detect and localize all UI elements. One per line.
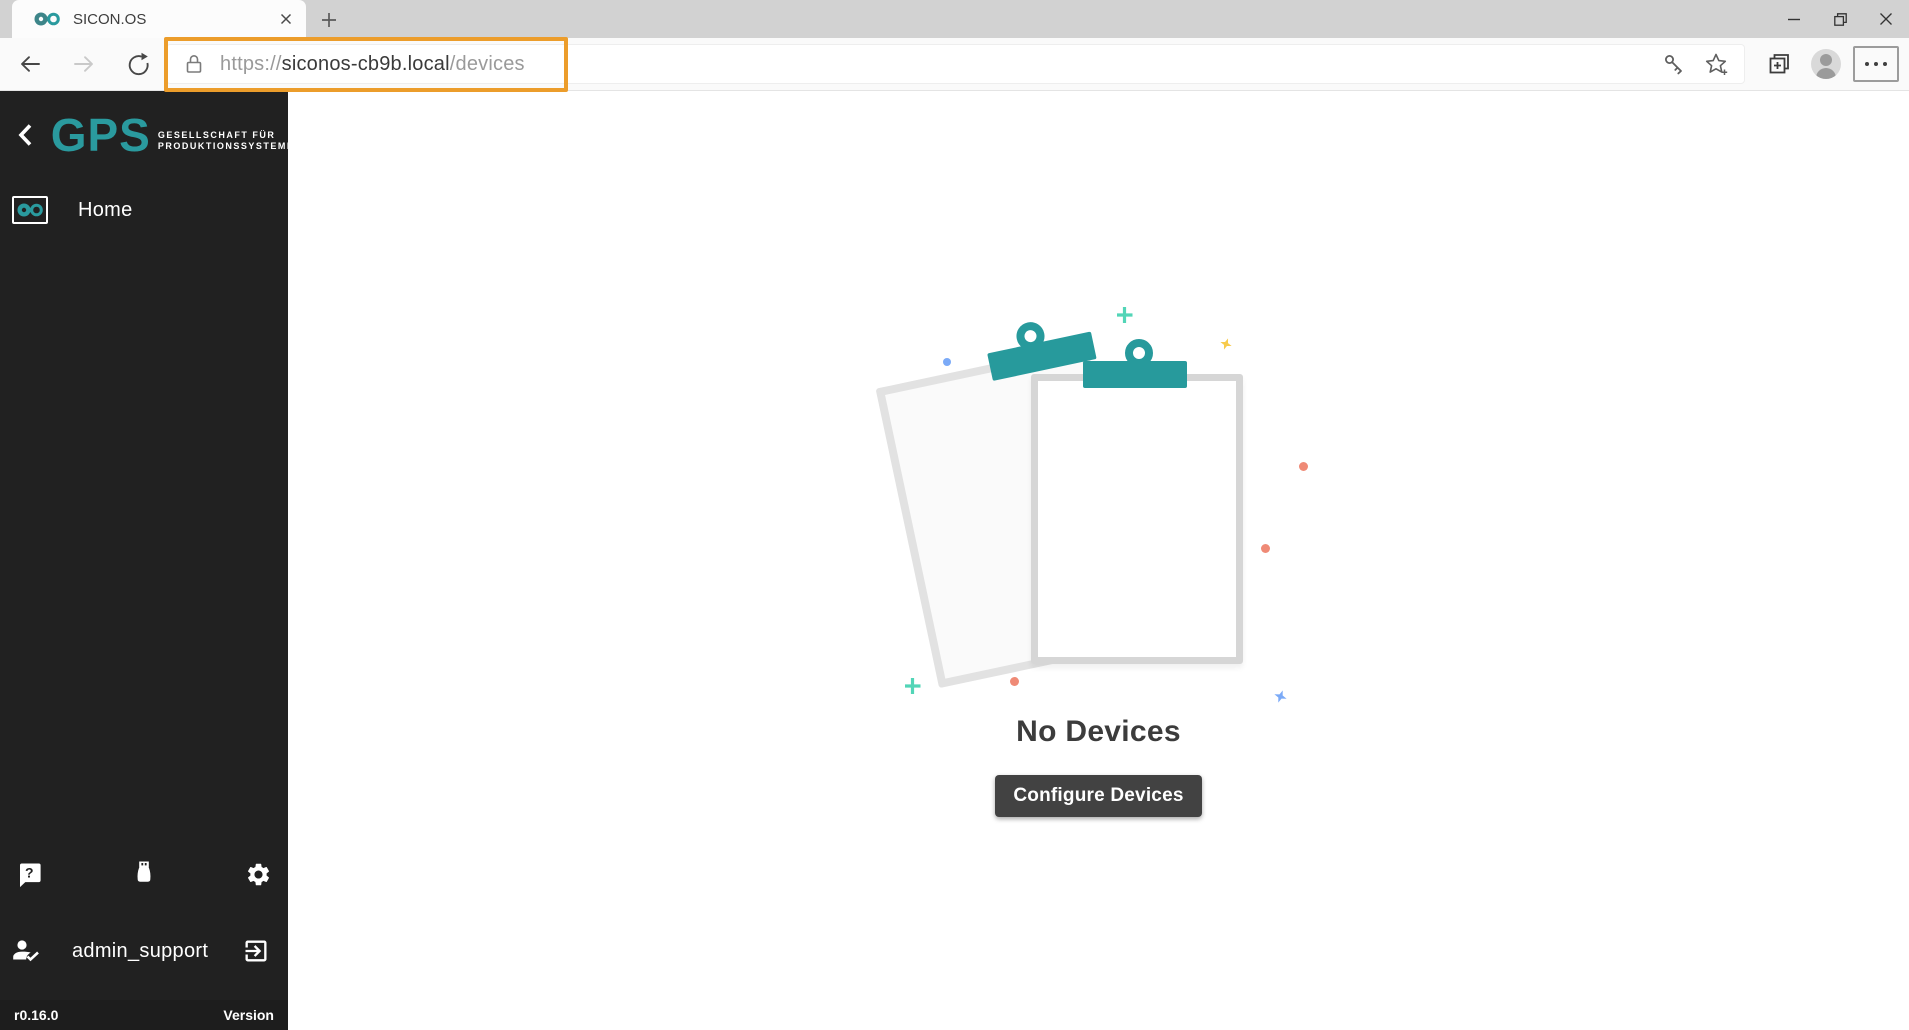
help-icon[interactable]: ? [8,852,52,896]
close-button[interactable] [1863,0,1909,38]
clipboard-front [1031,374,1243,664]
gear-icon[interactable] [236,852,280,896]
restore-button[interactable] [1817,0,1863,38]
minimize-button[interactable] [1771,0,1817,38]
browser-toolbar: https://siconos-cb9b.local/devices [0,38,1909,91]
decor-spark-blue [1272,688,1289,705]
app-body: GPS GESELLSCHAFT FÜR PRODUKTIONSSYSTEME … [0,91,1909,1030]
home-logo-icon [12,196,48,224]
profile-avatar-icon[interactable] [1811,49,1841,79]
url-path: /devices [450,53,525,75]
tab-close-icon[interactable] [276,9,296,29]
decor-plus-teal [1117,307,1133,323]
configure-devices-button[interactable]: Configure Devices [995,775,1201,817]
back-button[interactable] [14,48,46,80]
decor-spark-yellow [1218,336,1233,351]
decor-dot-red-3 [1010,677,1019,686]
url-scheme: https:// [220,53,282,75]
settings-more-button[interactable] [1853,46,1899,82]
brand-caption-line1: GESELLSCHAFT FÜR [158,130,288,141]
lock-icon[interactable] [184,53,204,75]
brand-caption-line2: PRODUKTIONSSYSTEME [158,141,288,152]
sidebar-spacer [0,232,288,851]
new-tab-button[interactable] [316,7,342,33]
version-value: r0.16.0 [14,1007,58,1023]
password-key-icon[interactable] [1659,49,1689,79]
tab-bar: SICON.OS [0,0,1909,38]
url-host: siconos-cb9b.local [282,53,450,75]
usb-icon[interactable] [122,852,166,896]
sidebar: GPS GESELLSCHAFT FÜR PRODUKTIONSSYSTEME … [0,91,288,1030]
clipboard-front-clip [1083,339,1189,389]
refresh-button[interactable] [122,48,154,80]
decor-dot-blue [943,358,951,366]
sidebar-item-label: Home [78,199,133,222]
sidebar-header: GPS GESELLSCHAFT FÜR PRODUKTIONSSYSTEME [0,91,288,163]
address-bar[interactable]: https://siconos-cb9b.local/devices [166,44,1745,84]
forward-button[interactable] [68,48,100,80]
logout-icon[interactable] [238,933,274,969]
empty-state-title: No Devices [1016,715,1181,749]
account-row: admin_support [0,925,288,977]
version-label: Version [223,1007,274,1023]
username: admin_support [72,940,208,963]
empty-state-illustration [869,299,1329,703]
collapse-sidebar-icon[interactable] [12,120,39,150]
sidebar-tools: ? [0,851,288,897]
tab-title: SICON.OS [73,11,276,28]
svg-text:?: ? [25,864,34,880]
version-bar: r0.16.0 Version [0,1000,288,1030]
url-text[interactable]: https://siconos-cb9b.local/devices [220,53,525,76]
sidebar-item-home[interactable]: Home [0,188,288,232]
decor-dot-red-1 [1299,462,1308,471]
favorite-star-icon[interactable] [1701,49,1731,79]
browser-tab[interactable]: SICON.OS [12,0,306,38]
person-check-icon [12,938,40,964]
siconos-favicon-icon [34,11,60,27]
decor-plus-teal-2 [905,678,921,694]
browser-window: SICON.OS [0,0,1909,1030]
brand-logo: GPS [51,112,151,158]
window-controls [1771,0,1909,38]
collections-icon[interactable] [1759,46,1799,82]
main-content: No Devices Configure Devices [288,91,1909,1030]
brand-caption: GESELLSCHAFT FÜR PRODUKTIONSSYSTEME [158,130,288,152]
decor-dot-red-2 [1261,544,1270,553]
